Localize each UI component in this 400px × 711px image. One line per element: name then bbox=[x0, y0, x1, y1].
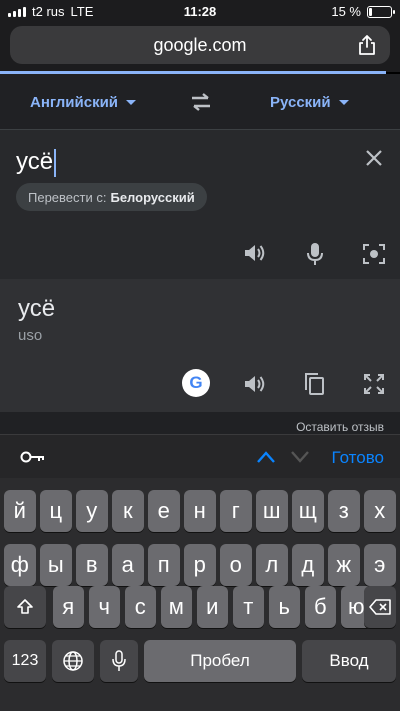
letter-key[interactable]: ь bbox=[269, 586, 300, 628]
browser-toolbar: google.com bbox=[0, 24, 400, 72]
globe-icon bbox=[63, 651, 83, 671]
letter-key[interactable]: ж bbox=[328, 544, 360, 586]
letter-key[interactable]: о bbox=[220, 544, 252, 586]
clear-icon[interactable] bbox=[364, 148, 384, 168]
battery-icon bbox=[367, 5, 395, 18]
letter-key[interactable]: м bbox=[161, 586, 192, 628]
target-language-label: Русский bbox=[270, 94, 331, 111]
microphone-icon bbox=[112, 650, 126, 671]
letter-key[interactable]: ц bbox=[40, 490, 72, 532]
letter-key[interactable]: ч bbox=[89, 586, 120, 628]
backspace-key[interactable] bbox=[364, 586, 396, 628]
language-bar: Английский Русский bbox=[0, 74, 400, 129]
speaker-icon[interactable] bbox=[243, 242, 267, 264]
camera-icon[interactable] bbox=[362, 242, 386, 266]
letter-key[interactable]: х bbox=[364, 490, 396, 532]
keyboard: йцукенгшщзх фывапролджэ ячсмитьбю 123 Пр… bbox=[0, 478, 400, 711]
text-cursor bbox=[54, 148, 57, 177]
source-language-label: Английский bbox=[30, 94, 119, 111]
send-feedback-link[interactable]: Оставить отзыв bbox=[296, 420, 384, 434]
letter-key[interactable]: й bbox=[4, 490, 36, 532]
letter-key[interactable]: щ bbox=[292, 490, 324, 532]
status-bar: t2 rus LTE 11:28 15 % bbox=[0, 0, 400, 24]
share-icon[interactable] bbox=[356, 34, 378, 56]
numbers-key[interactable]: 123 bbox=[4, 640, 46, 682]
letter-key[interactable]: т bbox=[233, 586, 264, 628]
letter-key[interactable]: ф bbox=[4, 544, 36, 586]
letter-key[interactable]: б bbox=[305, 586, 336, 628]
letter-key[interactable]: л bbox=[256, 544, 288, 586]
copy-icon[interactable] bbox=[303, 372, 325, 396]
source-text-input[interactable]: усё bbox=[16, 148, 57, 177]
chevron-up-icon[interactable] bbox=[256, 450, 276, 464]
letter-key[interactable]: ш bbox=[256, 490, 288, 532]
keyboard-accessory-bar: Готово bbox=[0, 434, 400, 478]
letter-key[interactable]: п bbox=[148, 544, 180, 586]
detected-language: Белорусский bbox=[110, 189, 195, 205]
letter-key[interactable]: н bbox=[184, 490, 216, 532]
done-button[interactable]: Готово bbox=[332, 448, 385, 468]
backspace-icon bbox=[369, 599, 391, 615]
detect-prefix: Перевести с: bbox=[28, 189, 107, 205]
battery-percent: 15 % bbox=[331, 4, 361, 19]
shift-icon bbox=[17, 599, 33, 614]
translation-result-card: усё uso G bbox=[0, 279, 400, 412]
letter-key[interactable]: е bbox=[148, 490, 180, 532]
letter-key[interactable]: с bbox=[125, 586, 156, 628]
chevron-down-icon[interactable] bbox=[290, 450, 310, 464]
letter-key[interactable]: а bbox=[112, 544, 144, 586]
source-language-selector[interactable]: Английский bbox=[30, 94, 137, 111]
letter-key[interactable]: я bbox=[53, 586, 84, 628]
translate-page: Английский Русский усё Перевести с: Бело… bbox=[0, 74, 400, 434]
status-right: 15 % bbox=[331, 4, 395, 19]
letter-key[interactable]: в bbox=[76, 544, 108, 586]
target-language-selector[interactable]: Русский bbox=[270, 94, 349, 111]
dropdown-caret-icon bbox=[126, 100, 137, 105]
url-text: google.com bbox=[153, 34, 247, 55]
dropdown-caret-icon bbox=[338, 100, 349, 105]
enter-key[interactable]: Ввод bbox=[302, 640, 396, 682]
google-logo-icon[interactable]: G bbox=[182, 369, 210, 397]
detected-language-chip[interactable]: Перевести с: Белорусский bbox=[16, 183, 207, 211]
letter-key[interactable]: з bbox=[328, 490, 360, 532]
transliteration: uso bbox=[18, 327, 43, 344]
microphone-icon[interactable] bbox=[305, 242, 325, 266]
key-icon[interactable] bbox=[20, 449, 46, 465]
translation-text: усё bbox=[18, 295, 56, 322]
letter-key[interactable]: э bbox=[364, 544, 396, 586]
letter-key[interactable]: ы bbox=[40, 544, 72, 586]
letter-key[interactable]: и bbox=[197, 586, 228, 628]
speaker-icon[interactable] bbox=[243, 373, 267, 395]
shift-key[interactable] bbox=[4, 586, 46, 628]
fullscreen-icon[interactable] bbox=[363, 373, 385, 395]
letter-key[interactable]: к bbox=[112, 490, 144, 532]
letter-key[interactable]: г bbox=[220, 490, 252, 532]
dictation-key[interactable] bbox=[100, 640, 138, 682]
space-key[interactable]: Пробел bbox=[144, 640, 296, 682]
language-switch-key[interactable] bbox=[52, 640, 94, 682]
letter-key[interactable]: у bbox=[76, 490, 108, 532]
swap-languages-icon[interactable] bbox=[189, 92, 213, 112]
source-text-card: усё Перевести с: Белорусский bbox=[0, 129, 400, 279]
address-bar[interactable]: google.com bbox=[10, 26, 390, 64]
letter-key[interactable]: д bbox=[292, 544, 324, 586]
letter-key[interactable]: р bbox=[184, 544, 216, 586]
